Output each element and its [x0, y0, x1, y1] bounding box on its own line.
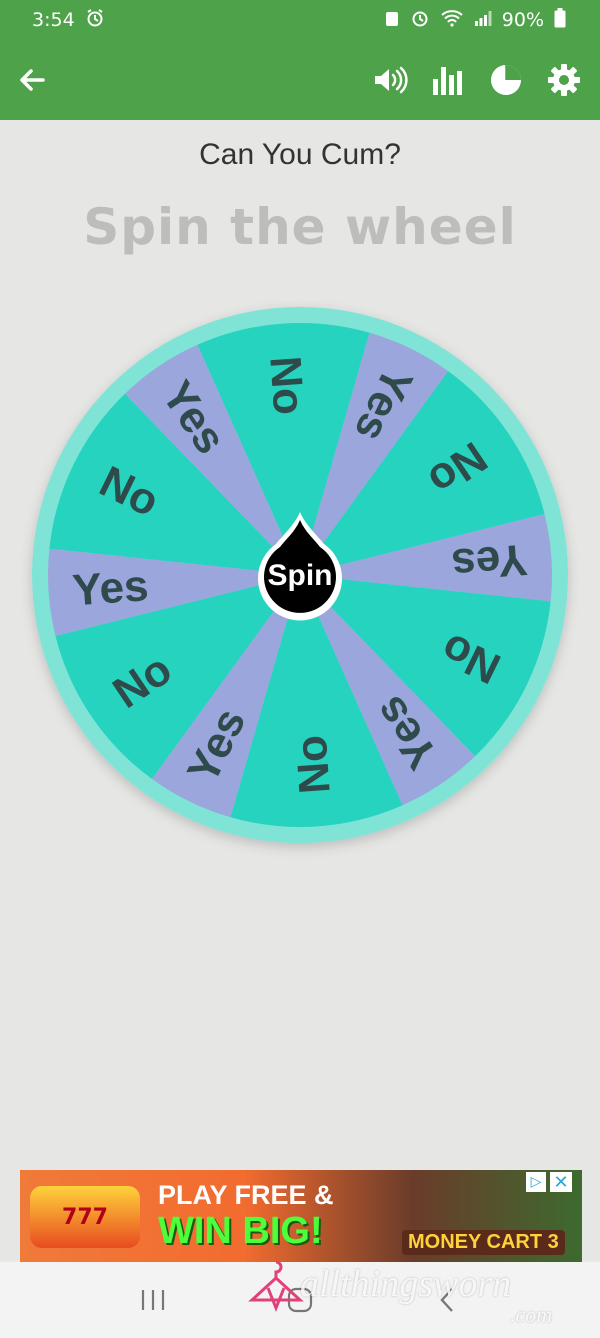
wheel-title: Can You Cum?	[199, 138, 401, 171]
app-bar	[0, 40, 600, 120]
wheel-subtitle: Spin the wheel	[83, 198, 517, 256]
pie-chart-icon[interactable]	[488, 62, 524, 98]
alarm-icon	[85, 8, 105, 33]
spin-wheel[interactable]: No YesNoYesNoYesNoYesNoYesNoYes Spin	[0, 300, 600, 860]
ad-tagline: WIN BIG!	[158, 1210, 323, 1252]
app-notification-icon	[384, 9, 400, 32]
alarm-icon	[410, 8, 430, 33]
watermark-tld: .com	[510, 1302, 553, 1327]
gear-icon[interactable]	[546, 62, 582, 98]
battery-icon	[554, 7, 566, 33]
signal-icon	[474, 9, 492, 31]
ad-logo: 777	[30, 1186, 140, 1248]
ad-headline: PLAY FREE &	[158, 1180, 334, 1210]
ad-banner[interactable]: 777 PLAY FREE & WIN BIG! MONEY CART 3 ▷ …	[20, 1170, 582, 1262]
status-bar: 3:54 90%	[0, 0, 600, 40]
app-bar-actions	[372, 62, 582, 98]
watermark-text: allthingsworn	[300, 1263, 512, 1305]
bar-chart-icon[interactable]	[430, 62, 466, 98]
battery-level: 90%	[501, 9, 544, 31]
status-left: 3:54	[32, 8, 105, 33]
wheel-segment-label: Yes	[71, 561, 150, 615]
adchoices-icon[interactable]: ▷	[526, 1172, 546, 1192]
wheel-segment-label: No	[287, 734, 340, 796]
wheel-segment-label: Yes	[450, 535, 529, 589]
arrow-left-icon[interactable]	[14, 62, 50, 98]
watermark-logo-icon	[246, 1258, 306, 1318]
status-right: 90%	[384, 7, 566, 33]
ad-logo-text: 777	[62, 1204, 108, 1230]
wheel-container: No Yes No Yes No Yes No Yes No Yes No Yes Spin	[0, 300, 600, 860]
spin-label: Spin	[268, 559, 333, 592]
ad-game-name: MONEY CART 3	[402, 1230, 565, 1255]
status-time: 3:54	[32, 9, 75, 31]
wheel-segment-label: No	[260, 354, 313, 416]
wifi-icon	[440, 9, 464, 32]
volume-icon[interactable]	[372, 62, 408, 98]
recents-button[interactable]	[123, 1275, 183, 1325]
main-content: Can You Cum? Spin the wheel No Yes No Yes No…	[0, 120, 600, 1260]
close-icon[interactable]: ✕	[550, 1172, 572, 1193]
